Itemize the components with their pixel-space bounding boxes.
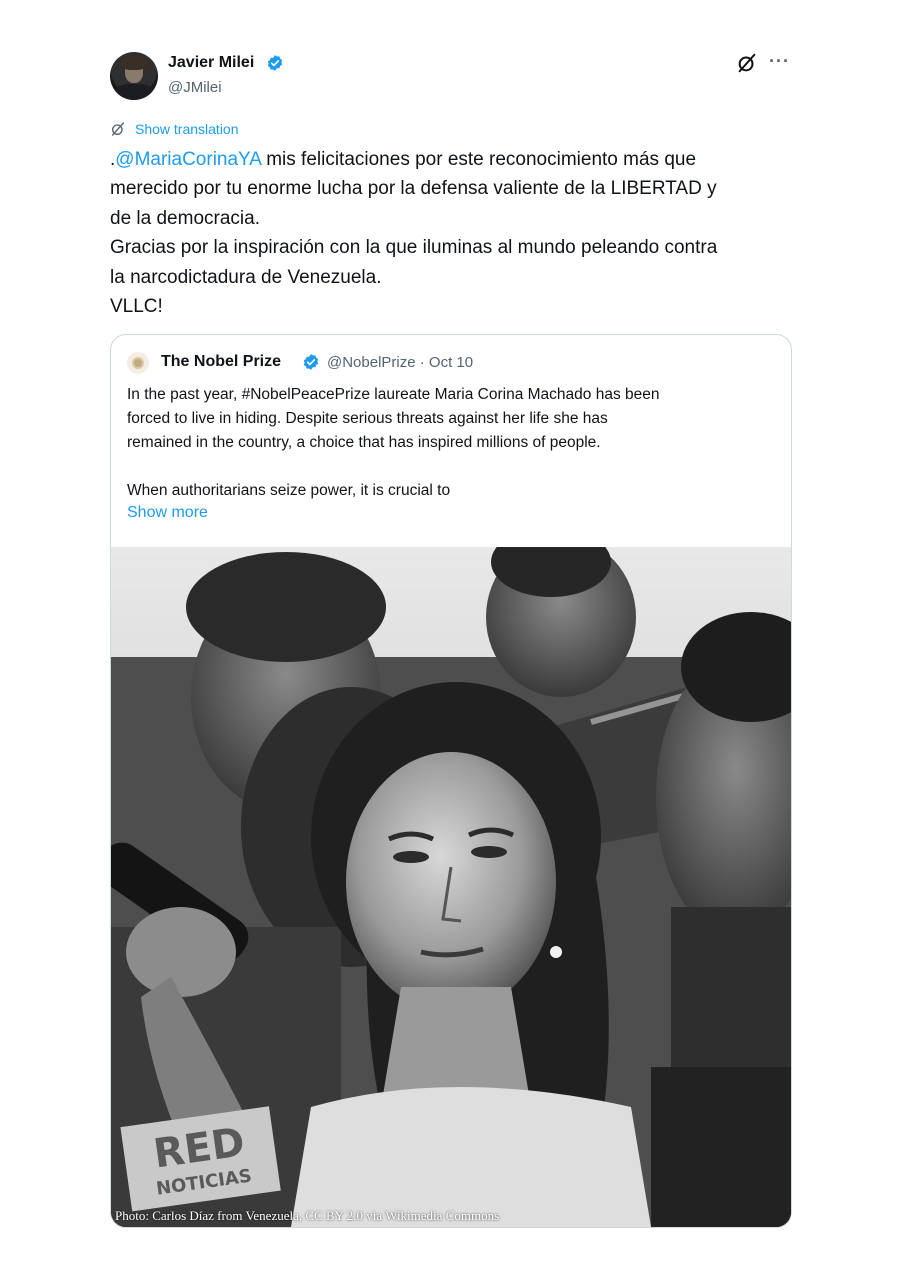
quoted-tweet[interactable]: The Nobel Prize @NobelPrize · Oct 10 In … xyxy=(110,334,792,1228)
author-name[interactable]: Javier Milei xyxy=(168,54,254,72)
author-avatar[interactable] xyxy=(110,52,158,100)
show-more-link[interactable]: Show more xyxy=(127,504,208,522)
tweet-text-line-6: VLLC! xyxy=(110,296,163,318)
tweet-text-line-5: la narcodictadura de Venezuela. xyxy=(110,266,382,288)
tweet-text-line-4: Gracias por la inspiración con la que il… xyxy=(110,237,718,259)
protest-photo: RED NOTICIAS xyxy=(111,547,791,1227)
tweet-text-line-3: de la democracia. xyxy=(110,207,260,229)
quoted-photo[interactable]: RED NOTICIAS Photo: Carlos Díaz from Ven… xyxy=(111,547,791,1227)
show-translation-link[interactable]: Show translation xyxy=(135,121,239,137)
translate-icon xyxy=(112,122,124,136)
tweet-text: .@MariaCorinaYA mis felicitaciones por e… xyxy=(110,145,796,321)
photo-credit: Photo: Carlos Díaz from Venezuela, CC BY… xyxy=(115,1208,500,1223)
nobel-prize-avatar[interactable] xyxy=(127,352,149,374)
show-translation[interactable]: Show translation xyxy=(110,120,239,138)
verified-badge-icon xyxy=(303,354,319,370)
quoted-author-handle-date[interactable]: @NobelPrize · Oct 10 xyxy=(327,354,473,371)
grok-icon[interactable] xyxy=(736,52,758,74)
author-handle[interactable]: @JMilei xyxy=(168,79,222,96)
quoted-text-line: In the past year, #NobelPeacePrize laure… xyxy=(127,386,660,403)
quoted-tweet-text: In the past year, #NobelPeacePrize laure… xyxy=(127,383,777,503)
quoted-author-name[interactable]: The Nobel Prize xyxy=(161,353,281,371)
tweet-text-line-1: mis felicitaciones por este reconocimien… xyxy=(260,149,697,170)
quoted-text-line: remained in the country, a choice that h… xyxy=(127,434,601,451)
nobel-medal-icon xyxy=(132,357,144,369)
quoted-text-line: forced to live in hiding. Despite seriou… xyxy=(127,410,608,427)
more-options-icon[interactable]: ··· xyxy=(769,51,790,72)
quoted-text-line xyxy=(127,455,777,479)
mention-link[interactable]: @MariaCorinaYA xyxy=(115,149,261,170)
verified-badge-icon xyxy=(267,55,283,71)
quoted-text-line: When authoritarians seize power, it is c… xyxy=(127,482,451,499)
tweet-text-line-2: merecido por tu enorme lucha por la defe… xyxy=(110,178,717,200)
